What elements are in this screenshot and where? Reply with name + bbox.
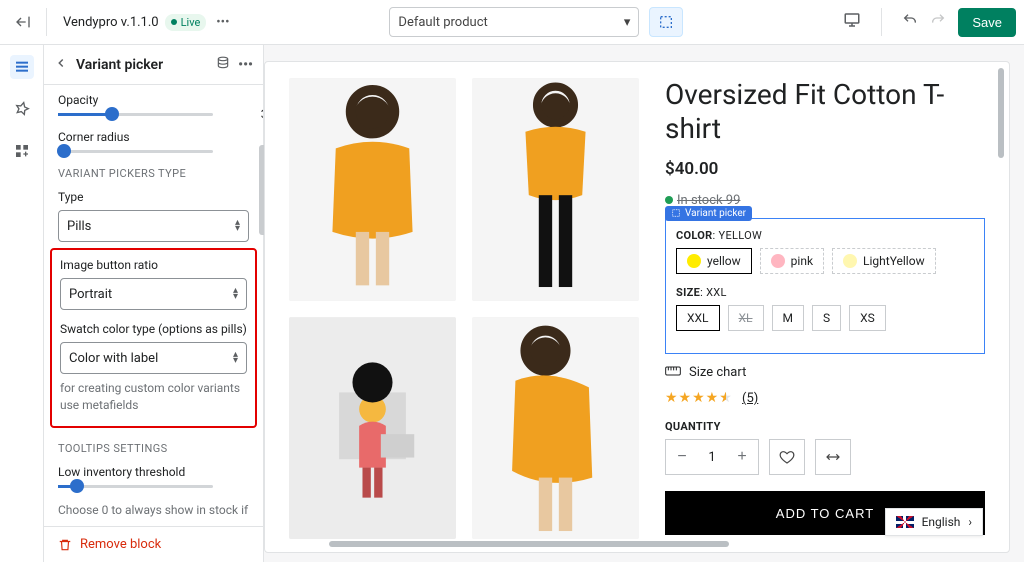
undo-icon[interactable] xyxy=(902,12,918,32)
gallery-image[interactable] xyxy=(472,317,639,540)
stock-status: In stock 99 xyxy=(665,193,740,208)
highlighted-settings-frame: Image button ratio Portrait▴▾ Swatch col… xyxy=(50,248,257,428)
section-tooltips-settings: TOOLTIPS SETTINGS xyxy=(58,442,249,455)
inspector-toggle-icon[interactable] xyxy=(649,7,683,37)
product-gallery xyxy=(289,78,639,539)
sidebar-more-icon[interactable]: ••• xyxy=(238,57,253,73)
save-button[interactable]: Save xyxy=(958,8,1016,37)
low-inventory-help: Choose 0 to always show in stock if xyxy=(58,502,249,519)
sections-icon[interactable] xyxy=(10,55,34,79)
type-select[interactable]: Pills▴▾ xyxy=(58,210,249,242)
preview-frame: Oversized Fit Cotton T-shirt $40.00 In s… xyxy=(264,61,1010,553)
product-rating[interactable]: ★★★★★ (5) xyxy=(665,390,985,406)
color-label: COLOR: YELLOW xyxy=(676,229,974,242)
size-label: SIZE: XXL xyxy=(676,286,974,299)
theme-name: Vendypro v.1.1.0 xyxy=(63,15,159,30)
quantity-decrease-button[interactable]: − xyxy=(666,440,698,474)
swatch-color-type-select[interactable]: Color with label▴▾ xyxy=(60,342,247,374)
gallery-image[interactable] xyxy=(289,78,456,301)
size-option[interactable]: XXL xyxy=(676,305,720,331)
quantity-value: 1 xyxy=(698,450,726,465)
color-option-pink[interactable]: pink xyxy=(760,248,824,274)
color-option-yellow[interactable]: yellow xyxy=(676,248,752,274)
type-label: Type xyxy=(58,190,249,204)
quantity-label: QUANTITY xyxy=(665,420,985,433)
section-variant-pickers-type: VARIANT PICKERS TYPE xyxy=(58,167,249,180)
settings-sidebar: Variant picker ••• Opacity 35% Corner ra… xyxy=(44,45,264,562)
remove-block-button[interactable]: Remove block xyxy=(58,537,249,552)
top-bar: Vendypro v.1.1.0 Live ••• Default produc… xyxy=(0,0,1024,45)
size-option[interactable]: XL xyxy=(728,305,764,331)
product-title: Oversized Fit Cotton T-shirt xyxy=(665,78,985,145)
live-badge: Live xyxy=(165,14,207,31)
language-switcher[interactable]: English › xyxy=(885,508,983,536)
database-icon[interactable] xyxy=(216,56,230,74)
preview-area: Oversized Fit Cotton T-shirt $40.00 In s… xyxy=(264,45,1024,562)
opacity-slider[interactable] xyxy=(58,113,213,116)
opacity-value: 35% xyxy=(261,107,263,121)
preview-horizontal-scrollbar[interactable] xyxy=(269,538,991,550)
select-caret-icon: ▴▾ xyxy=(233,288,238,300)
quantity-increase-button[interactable]: + xyxy=(726,440,758,474)
color-options: yellow pink LightYellow xyxy=(676,248,974,274)
variant-picker-selection: COLOR: YELLOW yellow pink LightYellow SI… xyxy=(665,218,985,354)
product-price: $40.00 xyxy=(665,159,985,179)
wishlist-button[interactable] xyxy=(769,439,805,475)
select-caret-icon: ▴▾ xyxy=(233,352,238,364)
compare-button[interactable] xyxy=(815,439,851,475)
gallery-image[interactable] xyxy=(289,317,456,540)
redo-icon[interactable] xyxy=(930,12,946,32)
swatch-color-type-label: Swatch color type (options as pills) xyxy=(60,322,247,336)
swatch-help-text: for creating custom color variants use m… xyxy=(60,380,247,414)
star-icons: ★★★★★ xyxy=(665,390,733,406)
back-icon[interactable] xyxy=(54,56,68,74)
flag-uk-icon xyxy=(896,516,914,528)
theme-actions-icon[interactable]: ••• xyxy=(216,15,229,30)
corner-radius-label: Corner radius xyxy=(58,130,249,144)
color-option-lightyellow[interactable]: LightYellow xyxy=(832,248,936,274)
review-count: (5) xyxy=(742,391,758,406)
size-chart-link[interactable]: Size chart xyxy=(665,364,985,380)
product-select[interactable]: Default product ▾ xyxy=(389,7,639,37)
image-button-ratio-select[interactable]: Portrait▴▾ xyxy=(60,278,247,310)
left-rail xyxy=(0,45,44,562)
quantity-stepper: − 1 + xyxy=(665,439,759,475)
styles-icon[interactable] xyxy=(10,97,34,121)
low-inventory-label: Low inventory threshold xyxy=(58,465,249,479)
gallery-image[interactable] xyxy=(472,78,639,301)
select-caret-icon: ▴▾ xyxy=(235,220,240,232)
desktop-view-icon[interactable] xyxy=(843,11,861,33)
size-options: XXL XL M S XS xyxy=(676,305,974,331)
chevron-down-icon: ▾ xyxy=(624,15,631,30)
exit-icon[interactable] xyxy=(8,14,38,30)
size-option[interactable]: XS xyxy=(849,305,886,331)
corner-radius-slider[interactable] xyxy=(58,150,213,153)
low-inventory-slider[interactable] xyxy=(58,485,213,488)
size-option[interactable]: M xyxy=(772,305,804,331)
opacity-label: Opacity xyxy=(58,93,249,107)
apps-icon[interactable] xyxy=(10,139,34,163)
sidebar-header: Variant picker ••• xyxy=(44,45,263,85)
size-option[interactable]: S xyxy=(812,305,841,331)
image-button-ratio-label: Image button ratio xyxy=(60,258,247,272)
sidebar-title: Variant picker xyxy=(76,57,208,73)
preview-vertical-scrollbar[interactable] xyxy=(995,66,1007,548)
ruler-icon xyxy=(665,364,681,380)
chevron-right-icon: › xyxy=(968,515,972,529)
